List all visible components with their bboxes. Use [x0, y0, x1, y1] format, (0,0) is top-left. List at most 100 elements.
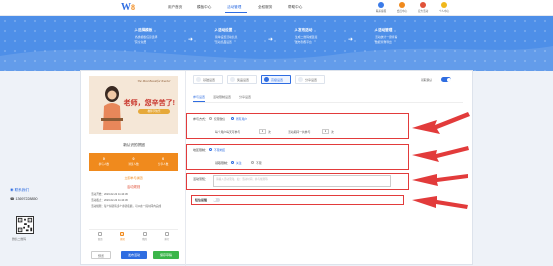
rule-line: 活动规则：每个拼团有多个参团名额，可以在一段时间内完成 [91, 205, 162, 208]
radio-label: 关注 [236, 161, 242, 165]
banner-step-1: 1.选择模板 各类模板任意选择 完全免费 [135, 28, 207, 52]
sms-reminder-toggle[interactable] [213, 198, 220, 202]
step-share-settings[interactable]: 分享设置 [295, 75, 325, 84]
stat-shares: 0 分享人数 [148, 153, 178, 171]
stat-views: 0 浏览人数 [119, 153, 149, 171]
step-basic-settings[interactable]: 基础设置 [193, 75, 223, 84]
teacher-illustration [101, 86, 123, 130]
step-label: 分享设置 [305, 77, 318, 82]
step-dot-icon [298, 77, 303, 82]
stat-value: 0 [132, 157, 135, 161]
radio-label: 所有用户 [236, 117, 248, 121]
tab-label: 排行 [164, 238, 170, 241]
tab-home[interactable]: 首页 [89, 230, 111, 243]
radio-label: 不限 [256, 161, 262, 165]
nav-member-center[interactable]: 会员中心 [393, 2, 411, 14]
nav-personal-center[interactable]: 个人中心 [435, 2, 453, 14]
nav-right-label: 联系客服 [375, 10, 387, 13]
region-label: 地区限制： [193, 148, 209, 152]
crown-icon [399, 2, 405, 8]
nav-official-activity[interactable]: 官方活动 [414, 2, 432, 14]
stat-label: 浏览人数 [128, 163, 139, 166]
join-group-button[interactable]: 立即参与拼团 [89, 174, 178, 182]
total-count-label: 活动期间一共参与 [288, 130, 311, 134]
poster-headline: The Most Beautiful Teacher [137, 79, 171, 83]
contact-heading-text: 联系我们 [14, 188, 29, 192]
tab-label: 拼团 [119, 238, 125, 241]
publish-button[interactable]: 发布活动 [121, 251, 147, 259]
ranking-icon [164, 232, 169, 236]
step-label: 高级设置 [271, 77, 284, 82]
subtab-limits[interactable]: 活动限制设置 [213, 95, 231, 99]
contact-phone: ☎ 13697228850 [10, 197, 54, 201]
step-prize-settings[interactable]: 奖品设置 [227, 75, 257, 84]
wechat-qr-code [16, 216, 34, 234]
subtab-active-underline [193, 101, 205, 102]
subtab-share[interactable]: 分享设置 [239, 95, 251, 99]
tab-label: 我的 [142, 238, 148, 241]
subtab-divider [193, 102, 463, 103]
radio-label: 仅限微信 [214, 117, 226, 121]
logo-letter: W [121, 2, 131, 13]
stat-label: 分享人数 [157, 163, 169, 166]
banner-step-3: 3.发布活动 生成二维码或链接 发布到各平台 [295, 28, 367, 52]
step-label: 奖品设置 [237, 77, 250, 82]
tab-group[interactable]: 拼团 [111, 230, 133, 243]
user-icon [441, 2, 447, 8]
nav-item-services[interactable]: 全权服务 [258, 5, 272, 10]
poster-title: 老师，您辛苦了! [123, 100, 175, 107]
rule-line: 活动开始：2023-02-22 11:44:36 [91, 193, 128, 196]
teachers-day-poster: The Most Beautiful Teacher 老师，您辛苦了! 教师节快… [89, 76, 178, 134]
headset-icon [378, 2, 384, 8]
nav-right-label: 个人中心 [438, 10, 450, 13]
nav-active-underline [225, 12, 247, 13]
nav-item-help[interactable]: 帮助中心 [288, 5, 302, 10]
confirm-toggle[interactable] [441, 77, 451, 82]
tab-rank[interactable]: 排行 [156, 230, 178, 243]
step-desc: 各类模板任意选择 [135, 35, 158, 39]
nav-item-templates[interactable]: 模板中心 [197, 5, 211, 10]
gift-icon [420, 2, 426, 8]
nav-right-label: 会员中心 [396, 10, 408, 13]
stat-value: 0 [102, 157, 105, 161]
daily-count-label: 每个用户每天可参与 [215, 130, 241, 134]
claim-limit-label: 领取限制： [215, 161, 231, 165]
step-dot-icon [230, 77, 235, 82]
nav-right-label: 官方活动 [417, 10, 429, 13]
participation-label: 参与方式： [193, 117, 209, 121]
step-desc: 数据查询导出 [375, 40, 392, 44]
step-dot-icon [264, 77, 269, 82]
logo-number: 8 [131, 3, 135, 12]
phone-preview: The Most Beautiful Teacher 老师，您辛苦了! 教师节快… [81, 71, 186, 266]
home-icon [98, 232, 103, 236]
sms-reminder-label: 短信提醒 [195, 198, 208, 202]
daily-count-input[interactable]: 1 [259, 129, 266, 134]
step-advanced-settings[interactable]: 高级设置 [261, 75, 291, 84]
site-logo[interactable]: W8 [121, 2, 135, 13]
subtab-participation[interactable]: 参与设置 [193, 95, 205, 99]
step-title: 3.发布活动 [295, 28, 313, 32]
preview-button[interactable]: 预览 [91, 251, 111, 259]
notice-textarea[interactable]: 请输入活动须知，如：活动时间、参与规则等 [213, 175, 391, 187]
notice-label: 活动须知： [193, 177, 209, 181]
stat-label: 参与人数 [98, 163, 110, 166]
save-draft-button[interactable]: 保存草稿 [153, 251, 179, 259]
user-icon [142, 232, 147, 236]
stats-strip: 0 参与人数 0 浏览人数 0 分享人数 [89, 153, 178, 171]
nav-item-home[interactable]: 用户首页 [168, 5, 182, 10]
confirm-toggle-label: 领取确认 [421, 78, 433, 82]
arrow-right-icon: ➜ [348, 37, 354, 43]
contact-panel: ◉ 联系我们 ☎ 13697228850 微信二维码 [10, 188, 54, 248]
nav-contact-service[interactable]: 联系客服 [372, 2, 390, 14]
total-count-input[interactable]: 1 [322, 129, 329, 134]
step-desc: 简单设置活动信息 [215, 35, 238, 39]
qr-caption: 微信二维码 [12, 237, 26, 241]
tab-mine[interactable]: 我的 [134, 230, 156, 243]
poster-pill: 教师节快乐 [138, 109, 170, 114]
editor-card: The Most Beautiful Teacher 老师，您辛苦了! 教师节快… [80, 70, 473, 266]
step-title: 1.选择模板 [135, 28, 153, 32]
step-label: 基础设置 [203, 77, 216, 82]
step-desc: 活动统计一键查看 [375, 35, 398, 39]
nav-item-activities[interactable]: 活动管理 [227, 5, 241, 10]
process-banner: 1.选择模板 各类模板任意选择 完全免费 ➜ 2.活动设置 简单设置活动信息 活… [0, 16, 553, 71]
